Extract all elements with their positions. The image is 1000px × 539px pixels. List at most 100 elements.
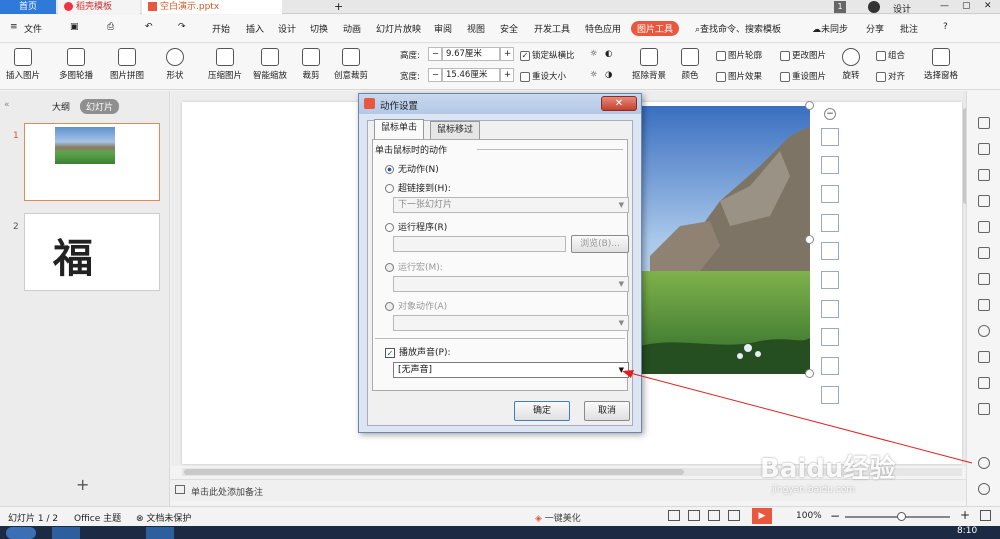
comment-button[interactable]: 批注 bbox=[900, 22, 918, 35]
menu-design[interactable]: 设计 bbox=[278, 22, 296, 35]
print-icon[interactable]: ⎙ bbox=[107, 22, 114, 32]
slide-thumbnail-2[interactable]: 福 bbox=[24, 213, 160, 291]
zoom-level[interactable]: 100% bbox=[796, 511, 822, 521]
zoom-out-button[interactable]: − bbox=[830, 509, 840, 523]
menu-features[interactable]: 特色应用 bbox=[585, 22, 621, 35]
radio-object-action[interactable]: 对象动作(A) bbox=[385, 299, 447, 312]
effect-tool-icon[interactable] bbox=[821, 242, 839, 260]
insert-picture-button[interactable]: 插入图片 bbox=[6, 48, 40, 81]
reading-view-icon[interactable] bbox=[708, 510, 720, 521]
cancel-button[interactable]: 取消 bbox=[584, 401, 630, 421]
timer-icon[interactable] bbox=[978, 325, 990, 337]
reset-size-button[interactable]: 重设大小 bbox=[520, 70, 566, 82]
design-label[interactable]: 设计 bbox=[893, 2, 911, 15]
settings-icon[interactable] bbox=[978, 273, 990, 285]
replace-tool-icon[interactable] bbox=[821, 156, 839, 174]
undo-icon[interactable]: ↶ bbox=[145, 22, 153, 32]
sound-select[interactable]: [无声音] ▼ bbox=[393, 362, 629, 378]
collapse-panel-icon[interactable]: « bbox=[4, 100, 10, 110]
brightness-down-icon[interactable]: ☼ bbox=[590, 70, 598, 80]
notes-view-icon[interactable] bbox=[728, 510, 740, 521]
zoom-in-button[interactable]: + bbox=[960, 508, 970, 522]
export-tool-icon[interactable] bbox=[821, 357, 839, 375]
contrast-down-icon[interactable]: ◑ bbox=[605, 70, 612, 80]
compress-button[interactable]: 压缩图片 bbox=[208, 48, 242, 81]
tab-home[interactable]: 首页 bbox=[0, 0, 56, 14]
menu-animation[interactable]: 动画 bbox=[343, 22, 361, 35]
picture-outline-button[interactable]: 图片轮廓 bbox=[716, 49, 762, 61]
width-field[interactable]: 15.46厘米 bbox=[442, 68, 500, 82]
horizontal-scroll-thumb[interactable] bbox=[184, 469, 684, 475]
menu-review[interactable]: 审阅 bbox=[434, 22, 452, 35]
height-plus-button[interactable]: + bbox=[500, 47, 514, 61]
radio-run-macro[interactable]: 运行宏(M): bbox=[385, 260, 443, 273]
selection-handle[interactable] bbox=[805, 101, 814, 110]
selection-pane-button[interactable]: 选择窗格 bbox=[924, 48, 958, 81]
menu-slideshow[interactable]: 幻灯片放映 bbox=[376, 22, 421, 35]
zoom-slider-thumb[interactable] bbox=[897, 512, 906, 521]
remove-background-button[interactable]: 抠除背景 bbox=[632, 48, 666, 81]
help-button[interactable]: ? bbox=[943, 22, 948, 32]
taskbar-app-icon[interactable] bbox=[52, 527, 80, 539]
text-tool-icon[interactable] bbox=[821, 271, 839, 289]
menu-security[interactable]: 安全 bbox=[500, 22, 518, 35]
change-picture-button[interactable]: 更改图片 bbox=[780, 49, 826, 61]
reset-picture-button[interactable]: 重设图片 bbox=[780, 70, 826, 82]
protection-status[interactable]: ⊗ 文档未保护 bbox=[136, 511, 191, 524]
add-slide-button[interactable]: + bbox=[76, 475, 89, 494]
tab-mouse-hover[interactable]: 鼠标移过 bbox=[430, 121, 481, 139]
style-tool-icon[interactable] bbox=[821, 386, 839, 404]
beautify-button[interactable]: ◈ 一键美化 bbox=[535, 511, 581, 524]
image-panel-icon[interactable] bbox=[978, 351, 990, 363]
transition-panel-icon[interactable] bbox=[978, 247, 990, 259]
text-panel-icon[interactable] bbox=[978, 221, 990, 233]
tab-document[interactable]: 空白演示.pptx bbox=[142, 0, 282, 14]
tab-mouse-click[interactable]: 鼠标单击 bbox=[374, 119, 425, 139]
multi-picture-button[interactable]: 多图轮播 bbox=[59, 48, 93, 81]
menu-start[interactable]: 开始 bbox=[212, 22, 230, 35]
play-sound-checkbox[interactable]: ✓ 播放声音(P): bbox=[385, 345, 450, 358]
height-minus-button[interactable]: − bbox=[428, 47, 442, 61]
landscape-picture[interactable] bbox=[640, 106, 810, 374]
normal-view-icon[interactable] bbox=[668, 510, 680, 521]
backup-icon[interactable] bbox=[978, 403, 990, 415]
theme-name[interactable]: Office 主题 bbox=[74, 511, 121, 524]
picture-effect-button[interactable]: 图片效果 bbox=[716, 70, 762, 82]
copy-icon[interactable] bbox=[978, 143, 990, 155]
dialog-close-button[interactable]: ✕ bbox=[601, 96, 637, 111]
creative-crop-button[interactable]: 创意裁剪 bbox=[334, 48, 368, 81]
color-button[interactable]: 颜色 bbox=[681, 48, 699, 81]
radio-no-action[interactable]: 无动作(N) bbox=[385, 162, 439, 175]
browse-button[interactable]: 浏览(B)... bbox=[571, 235, 629, 253]
maximize-icon[interactable]: ▢ bbox=[962, 1, 971, 11]
object-action-select[interactable]: ▼ bbox=[393, 315, 629, 331]
selection-handle[interactable] bbox=[805, 235, 814, 244]
taskbar-app-icon[interactable] bbox=[146, 527, 174, 539]
radio-run-program[interactable]: 运行程序(R) bbox=[385, 220, 447, 233]
close-icon[interactable]: ✕ bbox=[984, 1, 992, 11]
fit-window-icon[interactable] bbox=[980, 510, 991, 521]
layer-tool-icon[interactable] bbox=[821, 328, 839, 346]
brightness-icon[interactable]: ☼ bbox=[590, 49, 598, 59]
collapse-toolbar-icon[interactable]: − bbox=[824, 108, 836, 120]
new-tab-button[interactable]: + bbox=[334, 0, 343, 13]
audio-icon[interactable] bbox=[978, 377, 990, 389]
save-icon[interactable]: ▣ bbox=[70, 22, 79, 32]
selection-handle[interactable] bbox=[805, 369, 814, 378]
redo-icon[interactable]: ↷ bbox=[178, 22, 186, 32]
collage-button[interactable]: 图片拼图 bbox=[110, 48, 144, 81]
share-panel-icon[interactable] bbox=[978, 299, 990, 311]
width-minus-button[interactable]: − bbox=[428, 68, 442, 82]
menu-view[interactable]: 视图 bbox=[467, 22, 485, 35]
shape-button[interactable]: 形状 bbox=[166, 48, 184, 81]
smart-scale-button[interactable]: 智能缩放 bbox=[253, 48, 287, 81]
sorter-view-icon[interactable] bbox=[688, 510, 700, 521]
zoom-tool-icon[interactable] bbox=[821, 214, 839, 232]
slide-thumbnail-1[interactable] bbox=[24, 123, 160, 201]
shape-panel-icon[interactable] bbox=[978, 169, 990, 181]
group-button[interactable]: 组合 bbox=[876, 49, 905, 61]
convert-tool-icon[interactable] bbox=[821, 300, 839, 318]
tab-slides[interactable]: 幻灯片 bbox=[80, 99, 120, 114]
split-tool-icon[interactable] bbox=[821, 185, 839, 203]
history-icon[interactable] bbox=[978, 457, 990, 469]
